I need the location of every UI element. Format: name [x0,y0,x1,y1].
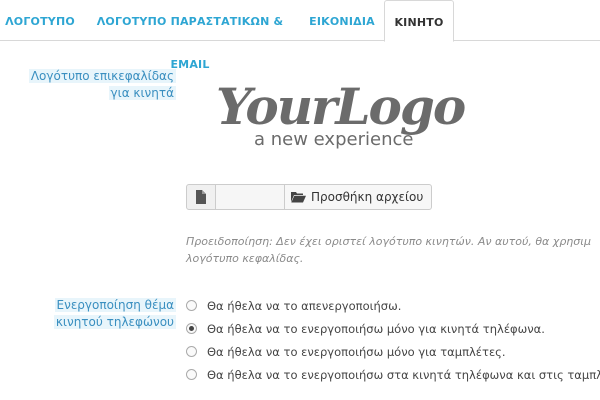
warning-line1: Προειδοποίηση: Δεν έχει οριστεί λογότυπο… [186,235,591,248]
file-upload-group: Προσθήκη αρχείου [186,184,433,210]
mobile-theme-label: Ενεργοποίηση θέμα κινητού τηλεφώνου [53,297,176,331]
mobile-theme-options: Θα ήθελα να το απενεργοποιήσω. Θα ήθελα … [186,294,600,386]
radio-button[interactable] [186,346,197,357]
mobile-logo-warning: Προειδοποίηση: Δεν έχει οριστεί λογότυπο… [186,233,600,267]
file-name-input[interactable] [216,184,284,210]
radio-option-disable[interactable]: Θα ήθελα να το απενεργοποιήσω. [186,294,600,317]
tab-icons[interactable]: ΕΙΚΟΝΙΔΙΑ [300,0,384,41]
mobile-header-logo-label-line1: Λογότυπο επικεφαλίδας [28,69,176,83]
radio-button[interactable] [186,300,197,311]
radio-option-phones-and-tablets[interactable]: Θα ήθελα να το ενεργοποιήσω στα κινητά τ… [186,363,600,386]
mobile-theme-label-line2: κινητού τηλεφώνου [53,315,176,329]
tab-document-email-logo[interactable]: ΛΟΓΟΤΥΠΟ ΠΑΡΑΣΤΑΤΙΚΩΝ & EMAIL [80,0,300,71]
mobile-header-logo-label: Λογότυπο επικεφαλίδας για κινητά [28,68,176,102]
tab-bar: ΛΟΓΟΤΥΠΟ ΛΟΓΟΤΥΠΟ ΠΑΡΑΣΤΑΤΙΚΩΝ & EMAIL Ε… [0,0,600,71]
radio-option-label: Θα ήθελα να το ενεργοποιήσω μόνο για κιν… [207,321,545,336]
radio-button[interactable] [186,369,197,380]
radio-option-label: Θα ήθελα να το απενεργοποιήσω. [207,298,402,313]
logo-tagline-text: a new experience [254,129,413,150]
radio-option-tablets-only[interactable]: Θα ήθελα να το ενεργοποιήσω μόνο για ταμ… [186,340,600,363]
add-file-button-label: Προσθήκη αρχείου [311,190,424,204]
file-icon [196,190,206,204]
mobile-header-logo-label-line2: για κινητά [108,86,176,100]
add-file-button[interactable]: Προσθήκη αρχείου [284,184,433,210]
warning-line2: λογότυπο κεφαλίδας. [186,252,304,265]
file-icon-box [186,184,216,210]
your-logo-image: YourLogo a new experience [216,77,467,150]
radio-option-phones-only[interactable]: Θα ήθελα να το ενεργοποιήσω μόνο για κιν… [186,317,600,340]
logo-main-text: YourLogo [216,77,465,136]
folder-open-icon [291,192,306,203]
radio-button-checked[interactable] [186,323,197,334]
tab-mobile[interactable]: ΚΙΝΗΤΟ [384,0,454,42]
tab-logo[interactable]: ΛΟΓΟΤΥΠΟ [0,0,80,41]
radio-option-label: Θα ήθελα να το ενεργοποιήσω στα κινητά τ… [207,367,600,382]
mobile-theme-label-line1: Ενεργοποίηση θέμα [54,298,176,312]
radio-option-label: Θα ήθελα να το ενεργοποιήσω μόνο για ταμ… [207,344,506,359]
